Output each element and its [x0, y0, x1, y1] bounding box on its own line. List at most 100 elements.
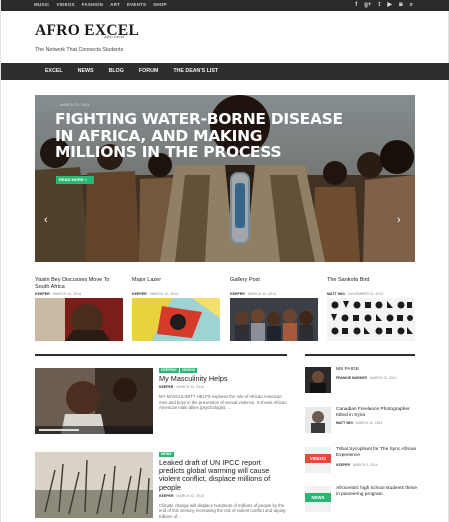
google-plus-icon[interactable]: g+ [364, 1, 371, 10]
mini-post-author[interactable]: KEEPER [230, 292, 245, 296]
sidebar-post-meta: MATT WIG · MARCH 12, 2014 [336, 421, 383, 425]
post-date: MARCH 12, 2014 [176, 493, 204, 498]
top-nav-music[interactable]: MUSIC [34, 2, 50, 7]
hero-meta: — MARCH 22, 2014 [55, 103, 90, 107]
sidebar-post-date: MARCH 12, 2014 [355, 421, 383, 425]
post-thumbnail[interactable] [35, 368, 153, 434]
sidebar-post[interactable]: NEWS Afrocentric high school students th… [305, 486, 417, 514]
nav-item-news[interactable]: NEWS [78, 63, 109, 80]
nav-item-deans-list[interactable]: THE DEAN'S LIST [173, 63, 233, 80]
mini-post-date: MARCH 12, 2014 [247, 292, 277, 296]
hero-slider[interactable]: — MARCH 22, 2014 FIGHTING WATER-BORNE DI… [35, 95, 415, 262]
mini-post[interactable]: Major Lazer KEEPER · MARCH 12, 2014 [132, 277, 220, 341]
mini-post-author[interactable]: KEEPER [132, 292, 147, 296]
post-meta: KEEPER · MARCH 12, 2014 [159, 493, 204, 498]
mini-post-date: NOVEMBER 11, 2013 [348, 292, 384, 296]
mini-post-meta: KEEPER · MARCH 12, 2014 [230, 292, 277, 296]
sidebar-post[interactable]: Canadian Freelance Photographer Killed i… [305, 407, 417, 435]
post-tags: KEEPING VIDEOS [159, 368, 287, 373]
mini-post-date: MARCH 12, 2014 [52, 292, 82, 296]
sidebar-divider [305, 354, 415, 356]
sidebar-post-author[interactable]: MATT WIG [336, 421, 353, 425]
mini-post-date: MARCH 12, 2014 [149, 292, 179, 296]
post-body: KEEPING VIDEOS My Masculinity Helps KEEP… [159, 368, 287, 411]
mini-post[interactable]: Yasiin Bey Discusses Move To South Afric… [35, 277, 123, 341]
sidebar-post[interactable]: VIDEOS Tribal Sycophant for The Sync Afr… [305, 447, 417, 475]
read-more-button[interactable]: READ MORE » [56, 176, 94, 184]
sidebar-post-meta: KEEPER · MARCH 3, 2014 [336, 463, 378, 467]
hero-title[interactable]: FIGHTING WATER-BORNE DISEASE IN AFRICA, … [55, 111, 345, 161]
top-nav-events[interactable]: EVENTS [127, 2, 146, 7]
social-links: f g+ t ▶ ◙ ⌕ [355, 1, 413, 10]
section-divider [35, 354, 287, 356]
instagram-icon[interactable]: ◙ [399, 1, 403, 10]
top-nav-shop[interactable]: SHOP [153, 2, 167, 7]
sidebar-post-title[interactable]: Afrocentric high school students thrive … [336, 486, 418, 497]
post-thumbnail[interactable] [35, 452, 153, 518]
mini-post-meta: MATT WIG · NOVEMBER 11, 2013 [327, 292, 384, 296]
nav-item-excel[interactable]: EXCEL [45, 63, 78, 80]
mini-post-author[interactable]: MATT WIG [327, 292, 345, 296]
sidebar-post-thumbnail[interactable]: VIDEOS [305, 447, 331, 473]
main-nav: EXCEL NEWS BLOG FORUM THE DEAN'S LIST [1, 63, 449, 80]
category-badge-news[interactable]: NEWS [305, 493, 331, 502]
sidebar-post-date: MARCH 3, 2014 [352, 463, 378, 467]
sidebar-post-thumbnail[interactable] [305, 407, 331, 433]
mini-post-image[interactable] [327, 298, 415, 341]
youtube-icon[interactable]: ▶ [387, 1, 392, 10]
mini-post-title[interactable]: Major Lazer [132, 277, 220, 291]
sidebar-post[interactable]: MS PAIGE FRANKIE MARKER · MARCH 12, 2014 [305, 367, 417, 395]
post-item[interactable]: NEWS Leaked draft of UN IPCC report pred… [35, 452, 287, 519]
post-tags: NEWS [159, 452, 287, 457]
facebook-icon[interactable]: f [355, 1, 357, 10]
nav-item-blog[interactable]: BLOG [109, 63, 139, 80]
post-tag[interactable]: KEEPING [159, 368, 179, 373]
sidebar-post-author[interactable]: KEEPER [336, 463, 350, 467]
post-title[interactable]: My Masculinity Helps [159, 374, 287, 383]
twitter-icon[interactable]: t [378, 1, 380, 10]
site-logo-script: Afro excel [104, 34, 125, 39]
post-body: NEWS Leaked draft of UN IPCC report pred… [159, 452, 287, 519]
mini-post-image[interactable] [35, 298, 123, 341]
mini-post[interactable]: The Sankofa Bird MATT WIG · NOVEMBER 11,… [327, 277, 415, 341]
top-nav-art[interactable]: ART [110, 2, 120, 7]
mini-post-image[interactable] [230, 298, 318, 341]
post-tag[interactable]: NEWS [159, 452, 174, 457]
site-tagline: The Network That Connects Students [35, 47, 124, 53]
mini-post-title[interactable]: Gallery Post [230, 277, 318, 291]
post-item[interactable]: KEEPING VIDEOS My Masculinity Helps KEEP… [35, 368, 287, 434]
sidebar-post-thumbnail[interactable]: NEWS [305, 486, 331, 512]
category-badge-videos[interactable]: VIDEOS [305, 454, 331, 463]
top-nav-fashion[interactable]: FASHION [82, 2, 103, 7]
mini-post-meta: KEEPER · MARCH 12, 2014 [35, 292, 82, 296]
sidebar-post-title[interactable]: Canadian Freelance Photographer Killed i… [336, 407, 418, 418]
mini-post-image[interactable] [132, 298, 220, 341]
sidebar-post-title[interactable]: MS PAIGE [336, 367, 418, 373]
post-author[interactable]: KEEPER [159, 494, 173, 498]
mini-post-title[interactable]: Yasiin Bey Discusses Move To South Afric… [35, 277, 123, 291]
sidebar-post-meta: FRANKIE MARKER · MARCH 12, 2014 [336, 376, 397, 380]
mini-post-meta: KEEPER · MARCH 12, 2014 [132, 292, 179, 296]
post-excerpt: Climate change will displace hundreds of… [159, 502, 286, 519]
nav-item-forum[interactable]: FORUM [139, 63, 173, 80]
slider-next-arrow[interactable]: › [397, 215, 401, 226]
mini-post-title[interactable]: The Sankofa Bird [327, 277, 415, 291]
post-title[interactable]: Leaked draft of UN IPCC report predicts … [159, 458, 287, 492]
slider-prev-arrow[interactable]: ‹ [44, 215, 48, 226]
post-author[interactable]: KEEPER [159, 385, 173, 389]
sidebar-post-title[interactable]: Tribal Sycophant for The Sync African Ex… [336, 447, 418, 458]
top-nav: MUSIC VIDEOS FASHION ART EVENTS SHOP [34, 2, 167, 7]
post-excerpt: MY MASCULINITY HELPS explores the role o… [159, 394, 287, 411]
top-nav-videos[interactable]: VIDEOS [57, 2, 75, 7]
search-icon[interactable]: ⌕ [410, 1, 413, 10]
post-meta: KEEPER · MARCH 12, 2014 [159, 385, 204, 390]
top-bar: MUSIC VIDEOS FASHION ART EVENTS SHOP f g… [1, 0, 449, 11]
sidebar-post-author[interactable]: FRANKIE MARKER [336, 376, 367, 380]
sidebar-post-thumbnail[interactable] [305, 367, 331, 393]
post-date: MARCH 12, 2014 [176, 385, 204, 390]
page: MUSIC VIDEOS FASHION ART EVENTS SHOP f g… [0, 0, 449, 522]
mini-post[interactable]: Gallery Post KEEPER · MARCH 12, 2014 [230, 277, 318, 341]
mini-post-author[interactable]: KEEPER [35, 292, 50, 296]
post-tag[interactable]: VIDEOS [179, 368, 197, 373]
sidebar-post-date: MARCH 12, 2014 [369, 376, 397, 380]
